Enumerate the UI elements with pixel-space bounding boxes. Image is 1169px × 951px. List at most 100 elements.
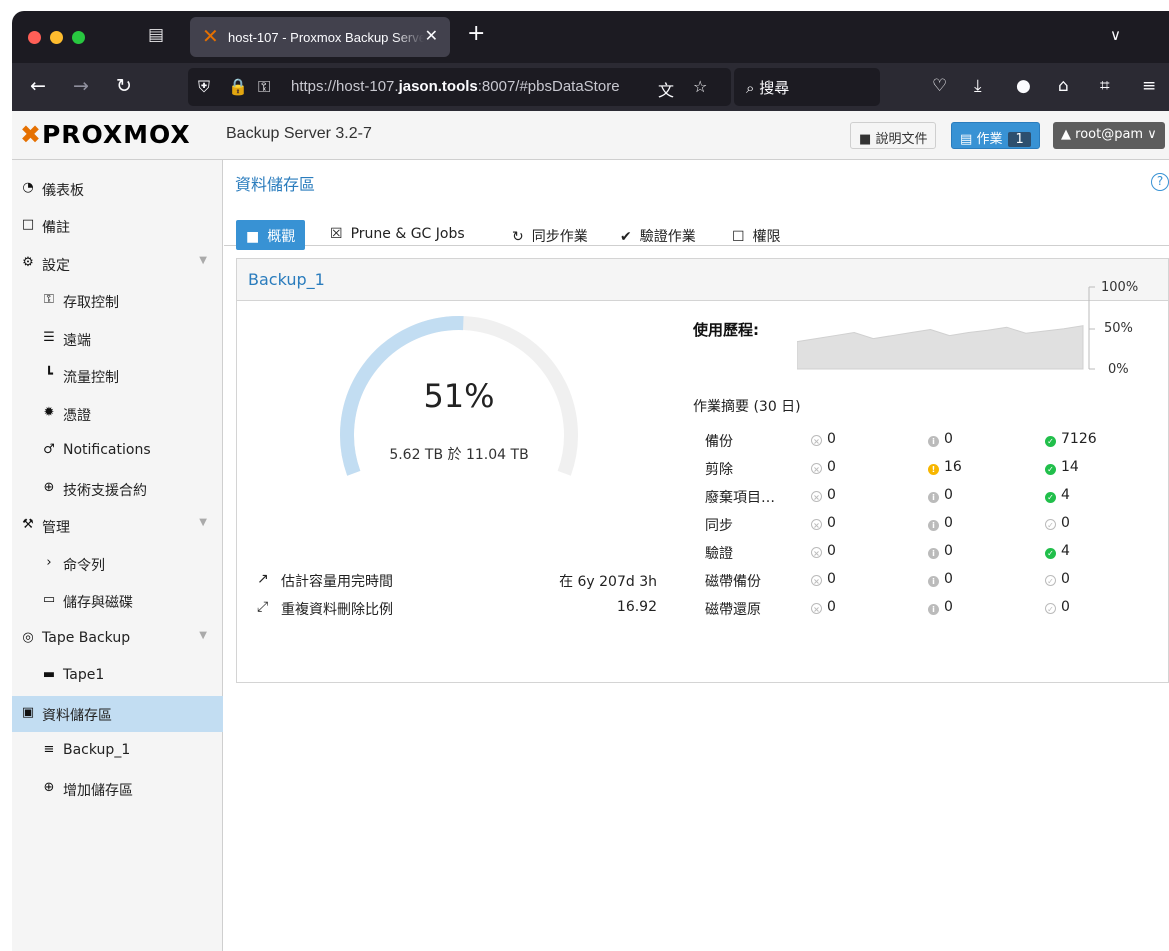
summary-count: 0 — [827, 459, 836, 475]
bookmark-star-icon[interactable]: ☆ — [693, 77, 707, 96]
summary-row-label: 備份 — [705, 434, 733, 450]
back-button[interactable]: ← — [30, 76, 46, 96]
summary-cell-c2[interactable]: i0 — [928, 571, 953, 587]
downloads-icon[interactable]: ⤓ — [974, 76, 982, 96]
pocket-icon[interactable]: ♡ — [932, 76, 947, 96]
tab-4[interactable]: ☐ 權限 — [722, 220, 791, 250]
summary-cell-c2[interactable]: i0 — [928, 515, 953, 531]
sidebar-item-3[interactable]: ⚿ 存取控制 — [12, 283, 223, 319]
tab-2[interactable]: ↻ 同步作業 — [502, 220, 598, 250]
summary-cell-c1[interactable]: × 0 — [811, 571, 836, 587]
sidebar-item-14[interactable]: ▣ 資料儲存區 — [12, 696, 223, 732]
sidebar-item-label: 儲存與磁碟 — [63, 595, 133, 611]
summary-cell-c2[interactable]: i0 — [928, 487, 953, 503]
summary-cell-c2[interactable]: i0 — [928, 599, 953, 615]
sidebar-item-label: 流量控制 — [63, 370, 119, 386]
sidebar-item-label: Tape1 — [63, 667, 105, 683]
sidebar-item-7[interactable]: ♂ Notifications — [12, 433, 223, 469]
summary-cell-c2[interactable]: i0 — [928, 431, 953, 447]
crop-icon[interactable]: ⌗ — [1100, 76, 1110, 96]
forward-button[interactable]: → — [73, 76, 89, 96]
sidebar-item-13[interactable]: ▬ Tape1 — [12, 658, 223, 694]
chevron-down-icon[interactable]: ▼ — [199, 517, 207, 528]
tasks-button[interactable]: ▤ 作業 1 — [951, 122, 1040, 149]
sidebar-item-9[interactable]: ⚒ 管理 ▼ — [12, 508, 223, 544]
sidebar-item-label: 命令列 — [63, 558, 105, 574]
summary-cell-c3[interactable]: ✓ 4 — [1045, 487, 1070, 503]
summary-cell-c1[interactable]: × 0 — [811, 543, 836, 559]
sidebar-item-2[interactable]: ⚙ 設定 ▼ — [12, 246, 223, 282]
sidebar-item-label: 資料儲存區 — [42, 708, 112, 724]
note-icon: □ — [21, 217, 35, 232]
summary-row: 剪除 × 0! 16 ✓ 14 — [705, 459, 1155, 481]
shield-icon[interactable]: ⛨ — [198, 77, 210, 97]
address-bar[interactable]: ⛨ 🔒 ⚿ https://host-107.jason.tools:8007/… — [188, 68, 731, 106]
extensions-icon[interactable]: ⌂ — [1058, 76, 1069, 96]
sidebar-item-11[interactable]: ▭ 儲存與磁碟 — [12, 583, 223, 619]
sidebar-item-16[interactable]: ⊕ 增加儲存區 — [12, 771, 223, 807]
usage-history-label: 使用歷程: — [693, 321, 759, 339]
sidebar-item-12[interactable]: ◎ Tape Backup ▼ — [12, 621, 223, 657]
maximize-window-button[interactable] — [72, 31, 85, 44]
documentation-button[interactable]: ■ 說明文件 — [850, 122, 937, 149]
sidebar-item-6[interactable]: ✹ 憑證 — [12, 396, 223, 432]
summary-cell-c2[interactable]: i0 — [928, 543, 953, 559]
summary-row: 廢棄項目… × 0 i 0 ✓ 4 — [705, 487, 1155, 509]
summary-cell-c3[interactable]: ✓ 14 — [1045, 459, 1079, 475]
summary-count: 0 — [944, 431, 953, 447]
summary-cell-c1[interactable]: × 0 — [811, 459, 836, 475]
user-icon: ▲ — [1061, 127, 1071, 142]
key-icon[interactable]: ⚿ — [258, 77, 270, 97]
chevron-down-icon[interactable]: ▼ — [199, 255, 207, 266]
tab-0[interactable]: ■ 概觀 — [236, 220, 306, 250]
summary-cell-c3[interactable]: ✓ 4 — [1045, 543, 1070, 559]
url-text[interactable]: https://host-107.jason.tools:8007/#pbsDa… — [291, 78, 641, 95]
sidebar-item-10[interactable]: › 命令列 — [12, 546, 223, 582]
sidebar-item-0[interactable]: ◔ 儀表板 — [12, 171, 223, 207]
minimize-window-button[interactable] — [50, 31, 63, 44]
permissions-icon[interactable]: 🔒 — [228, 77, 248, 96]
tab-close-icon[interactable]: ✕ — [425, 26, 438, 45]
proxmox-logo: ✖PROXMOX — [20, 120, 191, 149]
close-window-button[interactable] — [28, 31, 41, 44]
list-tabs-icon[interactable]: ∨ — [1110, 26, 1121, 44]
sidebar-item-label: 存取控制 — [63, 295, 119, 311]
summary-cell-c2[interactable]: ! 16 — [928, 459, 962, 475]
account-icon[interactable]: ● — [1016, 76, 1031, 96]
browser-tab[interactable]: ✕ host-107 - Proxmox Backup Server ✕ — [190, 17, 450, 57]
sidebar-item-8[interactable]: ⊕ 技術支援合約 — [12, 471, 223, 507]
summary-cell-c3[interactable]: ✓ 0 — [1045, 571, 1070, 587]
summary-cell-c1[interactable]: × 0 — [811, 487, 836, 503]
summary-cell-c1[interactable]: × 0 — [811, 599, 836, 615]
sidebar-item-label: 儀表板 — [42, 183, 84, 199]
summary-cell-c1[interactable]: × 0 — [811, 431, 836, 447]
summary-cell-c3[interactable]: ✓ 0 — [1045, 515, 1070, 531]
server-icon: ☰ — [43, 330, 55, 345]
summary-row-label: 磁帶還原 — [705, 602, 761, 618]
reload-button[interactable]: ↻ — [116, 76, 132, 96]
summary-cell-c3[interactable]: ✓ 7126 — [1045, 431, 1097, 447]
chevron-down-icon[interactable]: ▼ — [199, 630, 207, 641]
user-menu-button[interactable]: ▲ root@pam ∨ — [1053, 122, 1165, 149]
summary-count: 14 — [1061, 459, 1079, 475]
sidebar-item-15[interactable]: ≡ Backup_1 — [12, 733, 223, 769]
menu-icon[interactable]: ≡ — [1142, 76, 1156, 96]
help-icon[interactable]: ? — [1151, 173, 1169, 191]
check-icon: ✓ — [1045, 436, 1056, 447]
tab-3[interactable]: ✔ 驗證作業 — [610, 220, 706, 250]
sidebar-item-1[interactable]: □ 備註 — [12, 208, 223, 244]
tab-overview-icon[interactable]: ▤ — [148, 25, 164, 45]
task-summary-title: 作業摘要 (30 日) — [693, 399, 801, 415]
sidebar-item-5[interactable]: ┗ 流量控制 — [12, 358, 223, 394]
summary-cell-c3[interactable]: ✓ 0 — [1045, 599, 1070, 615]
error-icon: × — [811, 463, 822, 474]
check-circle-icon: ✔ — [620, 229, 632, 245]
tab-1[interactable]: ☒ Prune & GC Jobs — [320, 220, 475, 250]
new-tab-button[interactable]: + — [467, 23, 485, 45]
info-icon: i — [928, 436, 939, 447]
summary-cell-c1[interactable]: × 0 — [811, 515, 836, 531]
translate-icon[interactable]: 文 — [658, 77, 674, 101]
book-icon: ■ — [859, 132, 872, 147]
search-box[interactable]: ⌕ 搜尋 — [734, 68, 880, 106]
sidebar-item-4[interactable]: ☰ 遠端 — [12, 321, 223, 357]
